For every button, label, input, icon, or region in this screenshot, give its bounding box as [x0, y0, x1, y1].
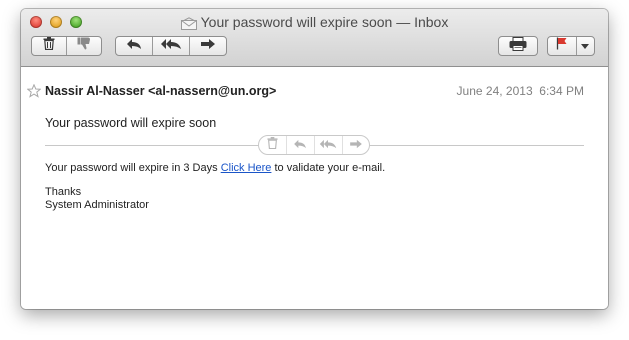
title-bar: Your password will expire soon — Inbox [21, 9, 608, 67]
flag-button[interactable] [548, 37, 576, 55]
chevron-down-icon [581, 37, 590, 55]
reply-all-button[interactable] [152, 37, 189, 55]
inline-forward-button[interactable] [341, 136, 369, 154]
inline-reply-all-button[interactable] [313, 136, 341, 154]
mail-window: Your password will expire soon — Inbox N… [21, 9, 608, 309]
body-text-suffix: to validate your e-mail. [271, 162, 386, 174]
reply-group [115, 36, 227, 56]
print-button[interactable] [498, 36, 538, 56]
click-here-link[interactable]: Click Here [221, 162, 272, 174]
thumbs-down-icon [77, 37, 91, 55]
star-icon[interactable] [26, 83, 42, 103]
delete-button[interactable] [32, 37, 66, 55]
flag-menu-button[interactable] [575, 37, 594, 55]
reply-arrow-icon [126, 37, 142, 55]
forward-button[interactable] [189, 37, 226, 55]
delete-junk-group [31, 36, 102, 56]
reply-button[interactable] [116, 37, 152, 55]
sender[interactable]: Nassir Al-Nasser <al-nassern@un.org> [45, 84, 276, 98]
message-view: Nassir Al-Nasser <al-nassern@un.org> Jun… [21, 67, 608, 309]
trash-icon [267, 136, 278, 154]
flag-group [547, 36, 595, 56]
inline-action-bar [258, 135, 370, 155]
body-text-prefix: Your password will expire in 3 Days [45, 162, 221, 174]
inline-reply-button[interactable] [286, 136, 313, 154]
signature: Thanks System Administrator [45, 186, 149, 212]
reply-all-icon [160, 37, 182, 55]
message-body: Your password will expire in 3 Days Clic… [45, 162, 385, 175]
signature-line-2: System Administrator [45, 199, 149, 211]
message-date: June 24, 2013 6:34 PM [457, 84, 584, 98]
envelope-icon [180, 16, 197, 34]
reply-all-icon [319, 136, 337, 154]
forward-arrow-icon [200, 37, 216, 55]
trash-icon [43, 37, 55, 55]
flag-icon [556, 37, 568, 55]
reply-arrow-icon [293, 136, 307, 154]
date-text: June 24, 2013 [456, 84, 533, 98]
inline-delete-button[interactable] [259, 136, 285, 154]
message-subject: Your password will expire soon [45, 116, 217, 130]
junk-button[interactable] [66, 37, 101, 55]
printer-icon [509, 36, 527, 56]
window-title-area: Your password will expire soon — Inbox [21, 13, 608, 34]
signature-line-1: Thanks [45, 186, 82, 198]
window-title: Your password will expire soon — Inbox [200, 14, 449, 30]
forward-arrow-icon [349, 136, 363, 154]
time-text: 6:34 PM [539, 84, 584, 98]
